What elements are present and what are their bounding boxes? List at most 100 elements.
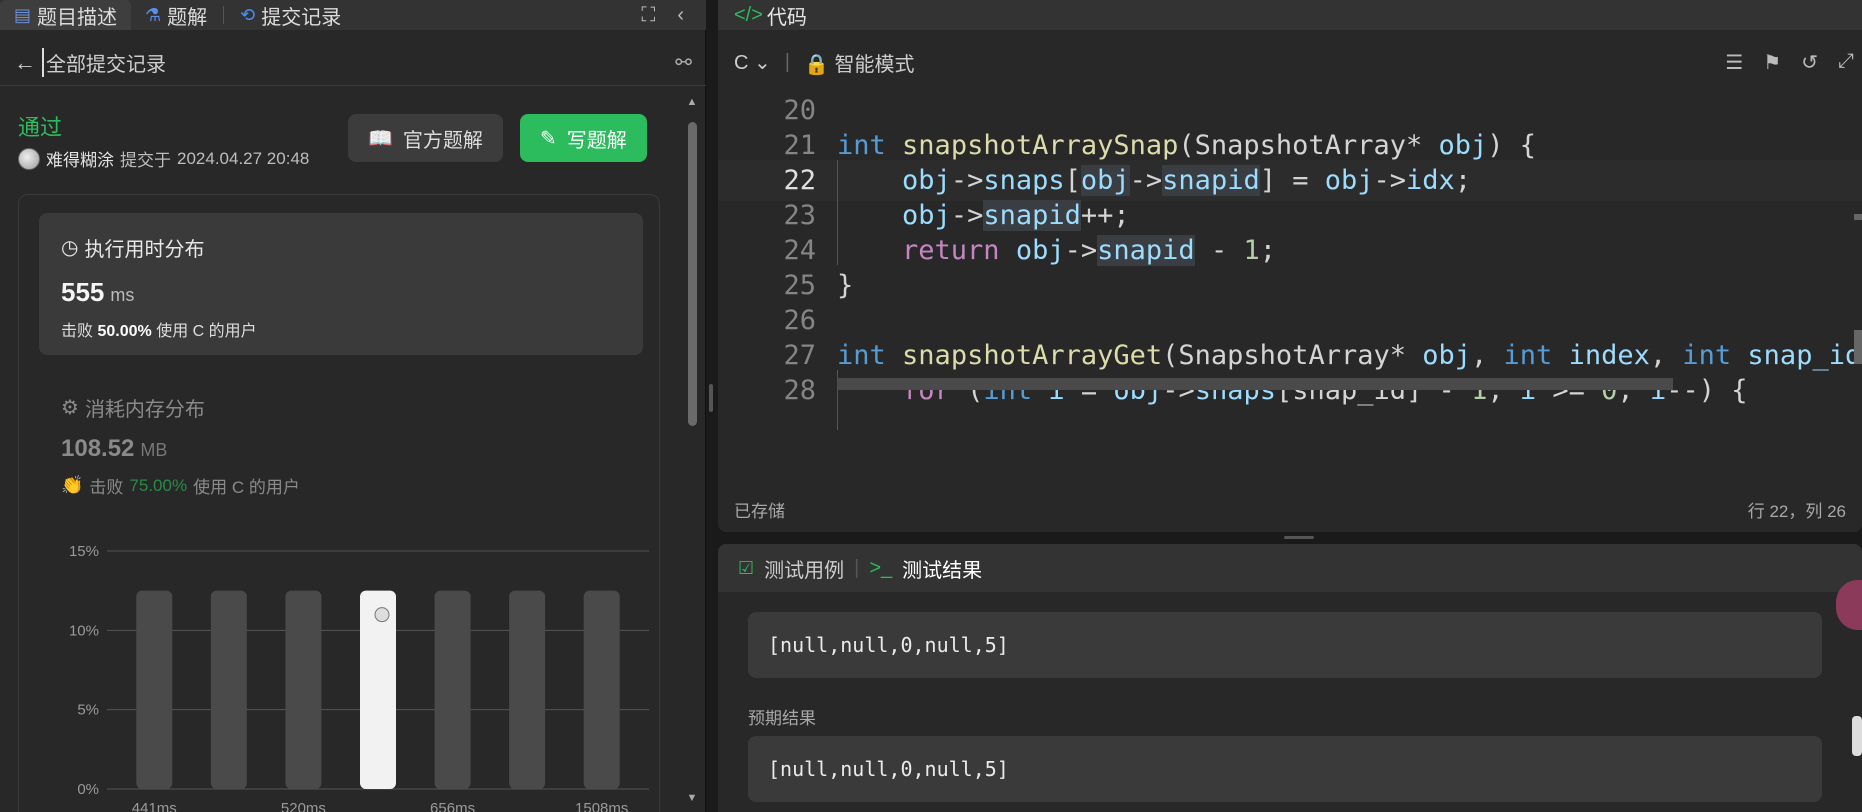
saved-status: 已存储 (734, 501, 785, 521)
chart-bar[interactable] (285, 590, 322, 789)
memory-beat-prefix: 击败 (89, 478, 124, 497)
user-name[interactable]: 难得糊涂 (46, 146, 114, 171)
submitter-info: 难得糊涂 提交于 2024.04.27 20:48 (18, 146, 309, 171)
tab-description[interactable]: ▤ 题目描述 (0, 0, 132, 30)
overview-ruler-mark (1854, 214, 1862, 220)
chart-bar[interactable] (136, 590, 173, 789)
book-icon: 📖 (368, 127, 393, 150)
runtime-beat: 击败 50.00% 使用 C 的用户 (61, 317, 257, 341)
fullscreen-icon[interactable]: ⤢ (1838, 50, 1854, 75)
code-status-bar: 已存储 行 22，列 26 (718, 494, 1862, 524)
back-arrow-icon[interactable]: ← (14, 50, 42, 76)
write-solution-label: 写题解 (566, 129, 627, 152)
tab-separator (223, 6, 225, 24)
test-tab-bar: ☑ 测试用例 | >_ 测试结果 (718, 544, 1862, 592)
runtime-title: ◷ 执行用时分布 (61, 233, 204, 262)
runtime-beat-suffix: 使用 C 的用户 (156, 323, 257, 340)
code-icon: </> (734, 3, 763, 26)
x-tick-label: 1508ms (575, 800, 628, 812)
official-solution-button[interactable]: 📖 官方题解 (348, 114, 503, 162)
memory-unit: MB (140, 440, 168, 460)
mode-label: 智能模式 (834, 53, 915, 76)
edit-icon: ✎ (540, 127, 557, 150)
submitted-prefix: 提交于 (120, 151, 171, 170)
memory-number: 108.52 (61, 435, 135, 462)
runtime-box[interactable]: ◷ 执行用时分布 555 ms 击败 50.00% 使用 C 的用户 (39, 213, 643, 355)
flask-icon: ⚗ (145, 4, 162, 25)
format-icon[interactable]: ☰ (1725, 50, 1743, 75)
scroll-down-arrow-icon[interactable]: ▼ (686, 792, 698, 804)
scroll-up-arrow-icon[interactable]: ▲ (686, 96, 698, 108)
code-horizontal-scrollbar[interactable] (837, 378, 1673, 390)
terminal-icon: >_ (869, 556, 893, 579)
chart-bar[interactable] (583, 590, 620, 789)
code-toolbar: C ⌄ | 🔒 智能模式 ☰ ⚑ ↺ ⤢ (718, 42, 1862, 82)
tab-test-result[interactable]: 测试结果 (902, 554, 982, 583)
share-link-icon[interactable]: ⚯ (675, 50, 692, 75)
x-tick-label: 441ms (132, 800, 177, 812)
test-scroll-thumb[interactable] (1852, 716, 1862, 756)
document-icon: ▤ (14, 4, 32, 25)
memory-beat-pct: 75.00% (129, 475, 188, 495)
code-editor[interactable]: 20 21 int snapshotArraySnap(SnapshotArray… (718, 90, 1862, 468)
tab-solutions-label: 题解 (167, 6, 208, 29)
cursor-position: 行 22，列 26 (1747, 501, 1846, 521)
y-tick-label: 10% (69, 622, 99, 639)
left-panel: ▤ 题目描述 ⚗ 题解 ⟲ 提交记录 ⛶ ‹ ← 全部提交记录 ⚯ 通过 难得糊… (0, 0, 706, 812)
chart-bar[interactable] (210, 590, 247, 789)
all-submissions-title: 全部提交记录 (42, 48, 166, 77)
y-tick-label: 15% (69, 543, 99, 560)
divider-grip[interactable] (709, 384, 713, 412)
chart-bar[interactable] (509, 590, 546, 789)
status-accepted: 通过 (18, 115, 63, 140)
runtime-distribution-chart[interactable]: 15% 10% 5% 0% 441ms 520ms 656ms 1508ms (49, 541, 659, 812)
floating-assistant-button[interactable] (1836, 580, 1862, 630)
expected-label: 预期结果 (748, 709, 816, 728)
tab-submissions-label: 提交记录 (261, 6, 342, 29)
left-scrollbar[interactable]: ▲ ▼ (686, 96, 698, 804)
runtime-beat-prefix: 击败 (61, 323, 94, 340)
expand-icon[interactable]: ⛶ (641, 4, 655, 27)
memory-beat: 👏 击败 75.00% 使用 C 的用户 (61, 473, 300, 498)
panel-divider[interactable] (706, 0, 718, 812)
code-tab-label[interactable]: 代码 (767, 1, 807, 30)
avatar[interactable] (18, 147, 40, 170)
mode-select[interactable]: 🔒 智能模式 (804, 48, 914, 77)
y-tick-label: 0% (77, 781, 99, 798)
clock-icon: ◷ (61, 237, 79, 259)
chart-bar[interactable] (434, 590, 471, 789)
language-select[interactable]: C ⌄ (734, 50, 771, 75)
test-panel: ☑ 测试用例 | >_ 测试结果 [null,null,0,null,5] 预期… (718, 544, 1862, 812)
tab-submissions[interactable]: ⟲ 提交记录 (226, 0, 355, 30)
code-scroll-thumb[interactable] (1854, 330, 1862, 364)
left-scroll-thumb[interactable] (688, 122, 697, 426)
bookmark-icon[interactable]: ⚑ (1763, 50, 1781, 75)
memory-title[interactable]: ⚙ 消耗内存分布 (61, 393, 205, 422)
performance-card: ◷ 执行用时分布 555 ms 击败 50.00% 使用 C 的用户 ⚙ 消耗内存… (18, 194, 660, 812)
chip-icon: ⚙ (61, 397, 79, 419)
write-solution-button[interactable]: ✎ 写题解 (520, 114, 647, 162)
lock-icon: 🔒 (803, 53, 829, 76)
reset-icon[interactable]: ↺ (1801, 50, 1818, 75)
chevron-down-icon: ⌄ (754, 51, 771, 74)
tab-test-cases[interactable]: 测试用例 (764, 554, 844, 583)
submissions-subbar: ← 全部提交记录 ⚯ (0, 40, 706, 86)
runtime-beat-pct: 50.00% (97, 323, 152, 340)
indent-guide (837, 160, 838, 265)
left-tab-bar: ▤ 题目描述 ⚗ 题解 ⟲ 提交记录 ⛶ ‹ (0, 0, 706, 30)
runtime-value: 555 ms (61, 277, 134, 308)
app-root: ▤ 题目描述 ⚗ 题解 ⟲ 提交记录 ⛶ ‹ ← 全部提交记录 ⚯ 通过 难得糊… (0, 0, 1862, 812)
collapse-left-icon[interactable]: ‹ (677, 4, 684, 27)
toolbar-separator: | (784, 50, 790, 73)
panel-resize-grip[interactable] (1284, 536, 1314, 539)
language-label: C (734, 51, 749, 74)
submission-detail: 通过 难得糊涂 提交于 2024.04.27 20:48 📖 官方题解 ✎ 写题… (0, 86, 706, 812)
tab-solutions[interactable]: ⚗ 题解 (131, 0, 221, 30)
checkbox-icon: ☑ (738, 557, 755, 578)
y-tick-label: 5% (77, 702, 99, 719)
tab-description-label: 题目描述 (37, 6, 118, 29)
memory-value: 108.52 MB (61, 435, 167, 463)
code-tab-bar: </> 代码 (718, 0, 1862, 30)
official-solution-label: 官方题解 (402, 129, 483, 152)
line-number: 28 (783, 375, 816, 406)
